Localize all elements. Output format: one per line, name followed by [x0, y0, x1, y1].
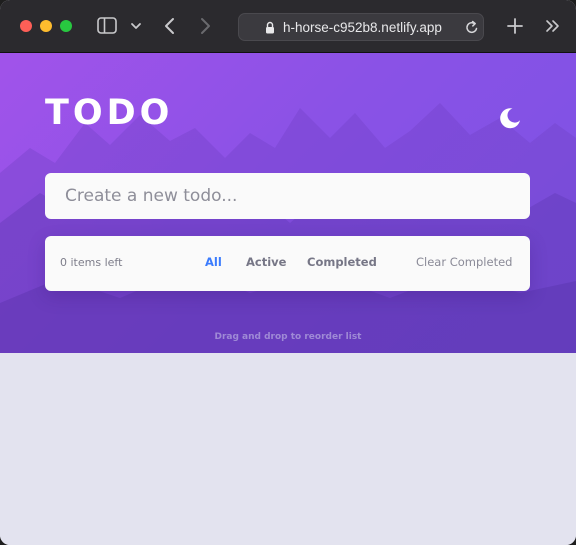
- filter-all-button[interactable]: All: [205, 255, 222, 269]
- browser-window: h-horse-c952b8.netlify.app TODO 0 i: [0, 0, 576, 545]
- double-chevron-right-icon[interactable]: [545, 19, 561, 33]
- clear-completed-button[interactable]: Clear Completed: [416, 255, 512, 269]
- filter-active-button[interactable]: Active: [246, 255, 286, 269]
- sidebar-icon[interactable]: [97, 17, 117, 34]
- moon-icon[interactable]: [498, 106, 522, 130]
- page-background: [0, 353, 576, 545]
- new-todo-input[interactable]: [45, 173, 530, 219]
- address-bar[interactable]: h-horse-c952b8.netlify.app: [238, 13, 484, 41]
- reorder-hint: Drag and drop to reorder list: [214, 332, 362, 342]
- app-title: TODO: [45, 93, 174, 133]
- minimize-window-button[interactable]: [40, 20, 52, 32]
- chevron-down-icon[interactable]: [130, 20, 142, 32]
- todo-footer-bar: 0 items left All Active Completed Clear …: [45, 236, 530, 291]
- forward-arrow-icon[interactable]: [197, 16, 213, 36]
- lock-icon: [266, 21, 274, 34]
- filter-completed-button[interactable]: Completed: [307, 255, 377, 269]
- plus-icon[interactable]: [506, 17, 524, 35]
- url-text: h-horse-c952b8.netlify.app: [283, 20, 442, 35]
- items-left-count: 0 items left: [60, 256, 123, 269]
- hero-banner: TODO 0 items left All Active Completed C…: [0, 53, 576, 353]
- reload-icon[interactable]: [465, 20, 479, 35]
- back-arrow-icon[interactable]: [162, 16, 178, 36]
- browser-toolbar: h-horse-c952b8.netlify.app: [0, 0, 576, 53]
- close-window-button[interactable]: [20, 20, 32, 32]
- zoom-window-button[interactable]: [60, 20, 72, 32]
